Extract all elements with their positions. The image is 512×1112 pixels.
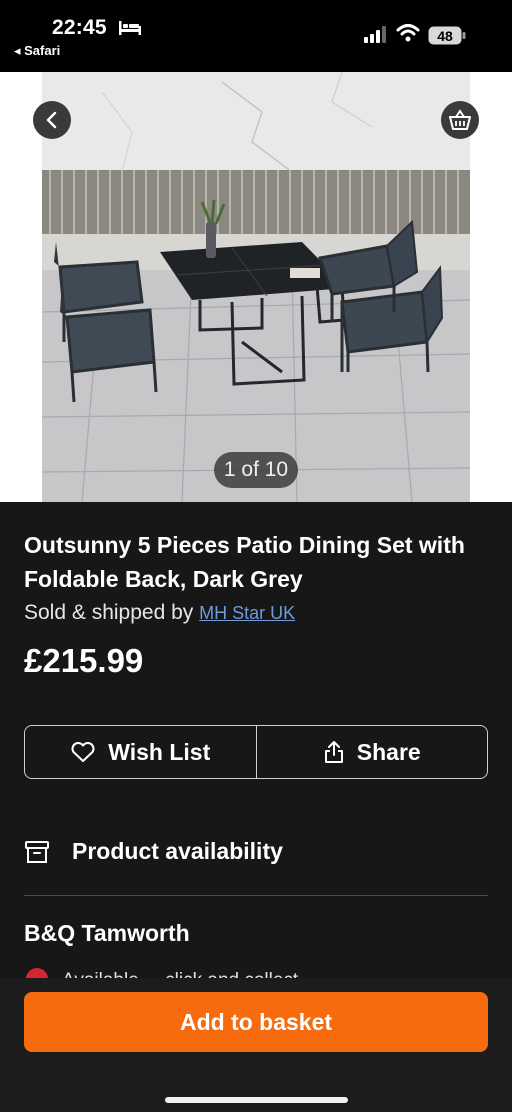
action-buttons: Wish List Share xyxy=(24,725,488,779)
chevron-left-icon xyxy=(46,111,57,129)
home-indicator[interactable] xyxy=(165,1097,348,1103)
bed-icon xyxy=(119,21,141,35)
wifi-icon xyxy=(396,24,420,42)
status-bar: 22:45 ◂ Safari 48 xyxy=(0,0,512,72)
seller-line: Sold & shipped by MH Star UK xyxy=(24,601,295,625)
sold-by-label: Sold & shipped by xyxy=(24,601,200,624)
seller-link[interactable]: MH Star UK xyxy=(199,603,295,623)
divider xyxy=(24,895,488,896)
store-name: B&Q Tamworth xyxy=(24,920,190,946)
product-photo xyxy=(42,72,470,502)
gallery-back-button[interactable] xyxy=(33,101,71,139)
image-counter: 1 of 10 xyxy=(214,452,298,488)
heart-icon xyxy=(71,742,95,762)
availability-label: Product availability xyxy=(72,838,283,864)
product-image-gallery[interactable]: 1 of 10 xyxy=(0,72,512,502)
share-button[interactable]: Share xyxy=(255,726,488,778)
battery-icon: 48 xyxy=(428,26,466,45)
battery-level: 48 xyxy=(437,27,453,44)
product-price: £215.99 xyxy=(24,642,144,679)
back-to-safari[interactable]: ◂ Safari xyxy=(14,43,60,59)
product-title: Outsunny 5 Pieces Patio Dining Set with … xyxy=(24,532,465,592)
status-time: 22:45 xyxy=(52,16,107,39)
wish-list-button[interactable]: Wish List xyxy=(25,726,256,778)
archive-box-icon xyxy=(25,840,49,863)
signal-icon xyxy=(364,26,386,43)
share-label: Share xyxy=(356,738,421,765)
wish-list-label: Wish List xyxy=(108,738,211,765)
product-availability-row[interactable]: Product availability xyxy=(24,838,283,865)
basket-icon xyxy=(449,109,471,130)
share-icon xyxy=(324,741,343,763)
add-to-basket-button[interactable]: Add to basket xyxy=(24,992,488,1052)
basket-button[interactable] xyxy=(441,101,479,139)
